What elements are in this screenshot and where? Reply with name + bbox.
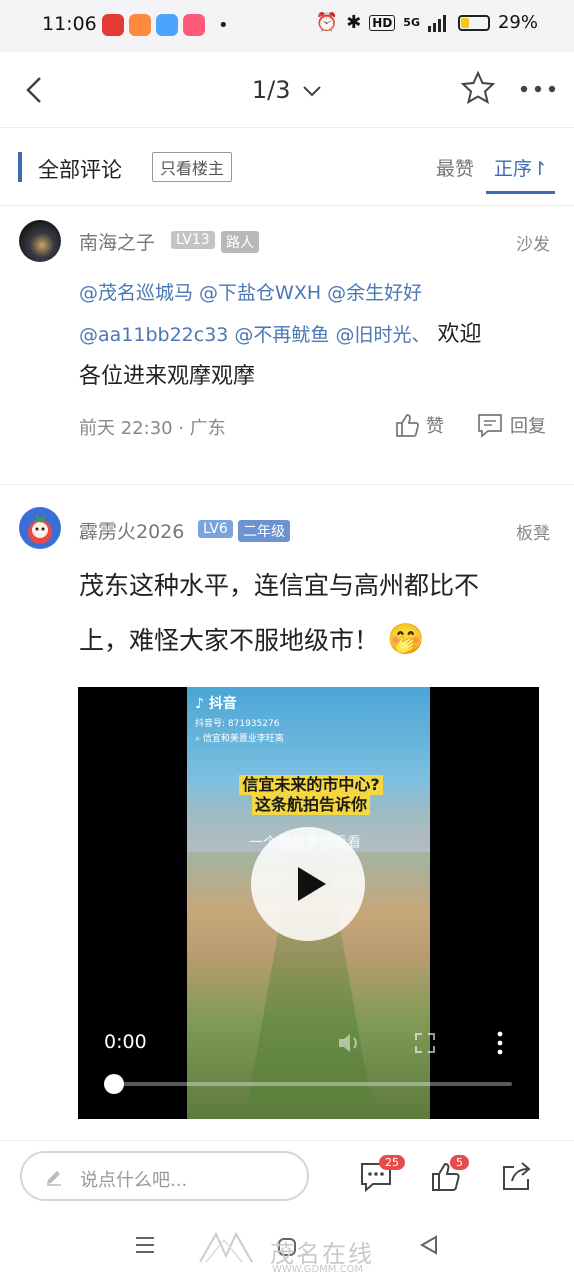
mentions-line[interactable]: @茂名巡城马 @下盐仓WXH @余生好好 xyxy=(79,272,549,314)
video-current-time: 0:00 xyxy=(104,1031,147,1053)
avatar[interactable] xyxy=(19,220,61,262)
avatar[interactable] xyxy=(19,507,61,549)
video-more-icon[interactable] xyxy=(490,1029,510,1057)
comment-time: 前天 22:30 · 广东 xyxy=(79,418,226,439)
reply-bubble-icon xyxy=(478,414,502,438)
reply-button[interactable]: 回复 xyxy=(476,412,546,438)
alarm-icon: ⏰ xyxy=(315,12,339,33)
game-app-icon xyxy=(183,14,205,36)
video-progress-knob[interactable] xyxy=(104,1074,124,1094)
more-notifications-dot-icon: • xyxy=(218,15,229,36)
comment-count-badge: 25 xyxy=(379,1155,405,1170)
sort-hot-tab[interactable]: 最赞 xyxy=(436,154,474,181)
more-options-icon[interactable] xyxy=(518,74,558,104)
chevron-down-icon xyxy=(303,86,321,97)
battery-icon xyxy=(457,14,490,31)
back-triangle-icon[interactable] xyxy=(418,1234,440,1256)
like-count-badge: 5 xyxy=(450,1155,469,1170)
comment-text-line: 上，难怪大家不服地级市！ 🤭 xyxy=(79,613,549,668)
status-bar: 11:06 • ⏰ ✱ HD 5G 29% xyxy=(0,0,574,52)
active-tab-underline xyxy=(486,191,555,194)
video-caption: 信宜未来的市中心? 这条航拍告诉你 xyxy=(221,775,401,815)
watermark-logo-icon xyxy=(199,1231,253,1263)
home-app-icon xyxy=(129,14,151,36)
favorite-star-icon[interactable] xyxy=(460,70,496,106)
top-nav: 1/3 xyxy=(0,52,574,128)
pencil-icon xyxy=(47,1171,61,1186)
comment-header: 全部评论 只看楼主 最赞 正序↾ xyxy=(0,128,574,206)
douyin-note-icon: ♪ xyxy=(195,696,204,712)
like-label: 赞 xyxy=(426,416,444,437)
comment-count-button[interactable]: 25 xyxy=(359,1155,405,1197)
video-progress-track[interactable] xyxy=(112,1082,512,1086)
username[interactable]: 霹雳火2026 xyxy=(79,517,184,544)
signal-icon xyxy=(427,14,446,32)
level-badge: LV13 xyxy=(171,231,215,249)
system-nav-bar: 茂名在线 WWW.GDMM.COM xyxy=(0,1212,574,1280)
share-icon[interactable] xyxy=(500,1159,534,1193)
douyin-logo: ♪ 抖音 xyxy=(195,693,237,713)
fullscreen-icon[interactable] xyxy=(414,1032,436,1054)
comment-input[interactable]: 说点什么吧... xyxy=(20,1151,309,1201)
section-marker xyxy=(18,152,22,182)
play-button[interactable] xyxy=(251,827,365,941)
douyin-search-hint: ⌕ 信宜和美置业李旺离 xyxy=(195,734,284,744)
all-comments-title: 全部评论 xyxy=(38,158,122,182)
like-count-button[interactable]: 5 xyxy=(430,1155,469,1197)
only-op-button[interactable]: 只看楼主 xyxy=(152,152,233,182)
caption-line: 信宜未来的市中心? xyxy=(239,775,383,795)
browser-app-icon xyxy=(156,14,178,36)
comment-text-line: 各位进来观摩观摩 xyxy=(79,364,256,389)
floor-label: 沙发 xyxy=(516,235,550,255)
comment-text-line: 茂东这种水平，连信宜与高州都比不 xyxy=(79,571,480,600)
username[interactable]: 南海之子 xyxy=(79,228,155,255)
comment-item: 南海之子 LV13 路人 沙发 @茂名巡城马 @下盐仓WXH @余生好好 @aa… xyxy=(0,206,574,484)
rank-badge: 路人 xyxy=(221,231,259,253)
mentions-line[interactable]: @aa11bb22c33 @不再鱿鱼 @旧时光、 xyxy=(79,324,430,346)
bottom-bar: 说点什么吧... 25 5 xyxy=(0,1140,574,1212)
menu-icon[interactable] xyxy=(134,1234,156,1256)
caption-line: 这条航拍告诉你 xyxy=(251,795,370,815)
page-indicator: 1/3 xyxy=(251,76,291,104)
comment-text-inline: 欢迎 xyxy=(437,322,482,347)
bluetooth-icon: ✱ xyxy=(346,12,362,33)
douyin-account: 抖音号: 871935276 xyxy=(195,719,280,729)
rank-badge: 二年级 xyxy=(238,520,290,542)
avatar-cartoon-icon xyxy=(28,514,52,544)
level-badge: LV6 xyxy=(198,520,233,538)
thumbs-up-icon xyxy=(396,414,419,437)
shush-emoji-icon: 🤭 xyxy=(386,622,425,657)
search-hint-text: 信宜和美置业李旺离 xyxy=(202,734,284,744)
like-button[interactable]: 赞 xyxy=(394,412,444,438)
douyin-label: 抖音 xyxy=(208,696,237,712)
mentions-line: @aa11bb22c33 @不再鱿鱼 @旧时光、 欢迎 xyxy=(79,314,549,356)
play-icon xyxy=(298,867,326,901)
comment-text-line: 上，难怪大家不服地级市！ xyxy=(79,626,380,655)
network-label: 5G xyxy=(403,16,420,29)
volume-icon[interactable] xyxy=(336,1031,362,1055)
mcdonalds-app-icon xyxy=(102,14,124,36)
status-right-group: ⏰ ✱ HD 5G 29% xyxy=(316,12,538,33)
sort-order-tab[interactable]: 正序↾ xyxy=(494,154,548,181)
comment-text: 茂东这种水平，连信宜与高州都比不 上，难怪大家不服地级市！ 🤭 xyxy=(79,559,549,668)
hd-icon: HD xyxy=(369,14,396,31)
reply-label: 回复 xyxy=(510,416,546,437)
battery-percent: 29% xyxy=(497,12,538,33)
comment-text: @茂名巡城马 @下盐仓WXH @余生好好 @aa11bb22c33 @不再鱿鱼 … xyxy=(79,272,549,398)
floor-label: 板凳 xyxy=(516,524,550,544)
video-player[interactable]: ♪ 抖音 抖音号: 871935276 ⌕ 信宜和美置业李旺离 信宜未来的市中心… xyxy=(78,687,539,1119)
status-time: 11:06 xyxy=(42,13,97,35)
watermark-url: WWW.GDMM.COM xyxy=(272,1264,364,1275)
comment-input-placeholder: 说点什么吧... xyxy=(80,1170,188,1191)
